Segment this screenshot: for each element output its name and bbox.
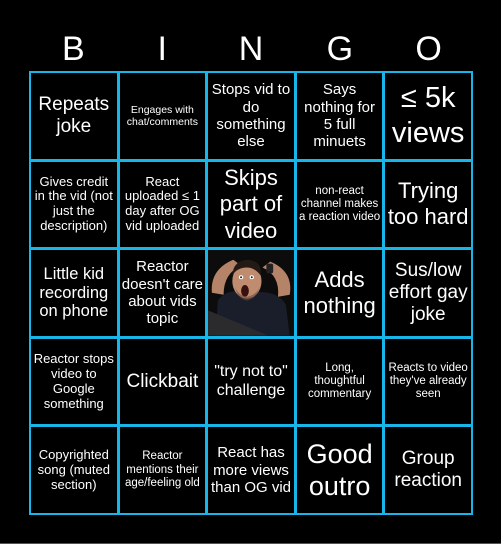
bingo-cell[interactable]: "try not to" challenge: [208, 338, 294, 425]
header-letter-i: I: [157, 30, 167, 68]
bingo-cell[interactable]: Repeats joke: [31, 73, 117, 159]
header-letter-o: O: [415, 30, 442, 68]
bingo-cell[interactable]: Good outro: [296, 427, 383, 513]
header-letter-n: N: [238, 30, 264, 68]
bingo-cell[interactable]: React uploaded ≤ 1 day after OG vid uplo…: [119, 161, 206, 248]
bingo-cell[interactable]: Gives credit in the vid (not just the de…: [31, 161, 117, 248]
free-space-cell[interactable]: [208, 250, 294, 336]
bingo-cell[interactable]: Trying too hard: [385, 161, 471, 248]
bingo-cell[interactable]: Engages with chat/comments: [119, 73, 206, 159]
bingo-cell[interactable]: non-react channel makes a reaction video: [296, 161, 383, 248]
bingo-cell[interactable]: Says nothing for 5 full minuets: [296, 73, 383, 159]
bingo-cell[interactable]: React has more views than OG vid: [208, 427, 294, 513]
bingo-cell[interactable]: Adds nothing: [296, 250, 383, 336]
bingo-cell[interactable]: ≤ 5k views: [385, 73, 471, 159]
bingo-cell[interactable]: Sus/low effort gay joke: [385, 250, 471, 336]
shocked-man-photo: [208, 250, 294, 336]
bingo-cell[interactable]: Stops vid to do something else: [208, 73, 294, 159]
bingo-header: B I N G O: [29, 28, 473, 70]
header-letter-b: B: [62, 30, 85, 68]
bingo-cell[interactable]: Reactor doesn't care about vids topic: [119, 250, 206, 336]
bingo-cell[interactable]: Skips part of video: [208, 161, 294, 248]
bingo-cell[interactable]: Reactor stops video to Google something: [31, 338, 117, 425]
bingo-cell[interactable]: Long, thoughtful commentary: [296, 338, 383, 425]
header-letter-g: G: [326, 30, 354, 68]
bingo-cell[interactable]: Reacts to video they've already seen: [385, 338, 471, 425]
bingo-cell[interactable]: Little kid recording on phone: [31, 250, 117, 336]
bingo-cell[interactable]: Group reaction: [385, 427, 471, 513]
bingo-cell[interactable]: Reactor mentions their age/feeling old: [119, 427, 206, 513]
bingo-grid: Repeats joke Engages with chat/comments …: [29, 71, 473, 515]
bingo-cell[interactable]: Clickbait: [119, 338, 206, 425]
bingo-cell[interactable]: Copyrighted song (muted section): [31, 427, 117, 513]
